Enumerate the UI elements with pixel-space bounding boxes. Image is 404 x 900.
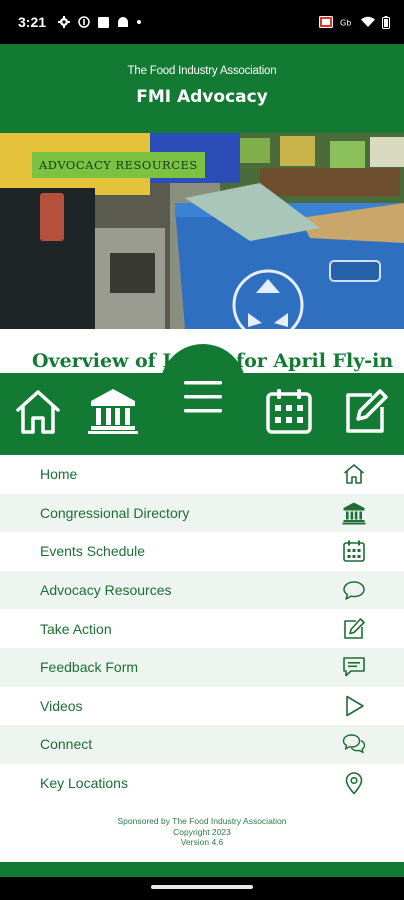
footer-version: Version 4.6 — [180, 837, 224, 847]
app-header: The Food Industry Association FMI Advoca… — [0, 44, 404, 133]
header-subtitle: The Food Industry Association — [127, 65, 277, 77]
menu-item-key-locations[interactable]: Key Locations — [0, 764, 404, 803]
wifi-icon — [361, 16, 375, 27]
category-badge: ADVOCACY RESOURCES — [32, 152, 205, 178]
dot-icon — [137, 20, 142, 24]
footer-strip — [0, 862, 404, 877]
battery-icon — [382, 15, 390, 29]
home-gesture-handle[interactable] — [151, 885, 253, 889]
android-icon — [118, 17, 129, 27]
capitol-icon — [342, 502, 366, 525]
menu-item-connect[interactable]: Connect — [0, 725, 404, 764]
menu-item-label: Key Locations — [40, 775, 128, 792]
hd-icon: Gb — [340, 19, 351, 28]
app-title: FMI Advocacy — [136, 87, 268, 107]
square-icon — [98, 16, 110, 28]
edit-icon[interactable] — [342, 387, 390, 435]
capitol-icon[interactable] — [87, 387, 139, 435]
speech-bubble-icon — [343, 581, 365, 600]
menu-item-label: Events Schedule — [40, 543, 146, 560]
menu-item-label: Congressional Directory — [40, 504, 190, 521]
calendar-icon[interactable] — [265, 387, 313, 435]
menu-item-take-action[interactable]: Take Action — [0, 609, 404, 648]
footer-copyright: Copyright 2023 — [173, 826, 231, 837]
map-pin-icon — [345, 772, 363, 795]
chat-icon — [342, 734, 366, 754]
menu-item-congressional-directory[interactable]: Congressional Directory — [0, 493, 404, 533]
cast-icon — [319, 16, 333, 28]
status-time: 3:21 — [18, 14, 47, 30]
play-icon — [346, 695, 364, 717]
menu-item-feedback-form[interactable]: Feedback Form — [0, 647, 404, 687]
menu-item-label: Take Action — [40, 620, 112, 637]
menu-item-videos[interactable]: Videos — [0, 687, 404, 726]
footer: Sponsored by The Food Industry Associati… — [0, 816, 404, 848]
svg-text:Gb: Gb — [340, 19, 351, 28]
footer-sponsor: Sponsored by The Food Industry Associati… — [117, 816, 287, 826]
feedback-icon — [343, 657, 365, 677]
menu-item-home[interactable]: Home — [0, 455, 404, 494]
home-icon — [343, 464, 365, 485]
hero-image[interactable]: ADVOCACY RESOURCES — [0, 133, 404, 329]
info-icon — [78, 16, 90, 28]
menu-item-label: Home — [40, 466, 78, 483]
app-screen: 3:21 Gb The Food Industry Association FM… — [0, 0, 404, 900]
status-left-icons — [58, 16, 142, 28]
nav-menu-list: Home Congressional Directory Events Sche… — [0, 455, 404, 802]
menu-icon[interactable] — [182, 378, 224, 416]
home-icon[interactable] — [14, 388, 62, 436]
menu-item-label: Connect — [40, 736, 93, 753]
status-right-icons: Gb — [319, 15, 390, 29]
menu-item-advocacy-resources[interactable]: Advocacy Resources — [0, 570, 404, 610]
settings-icon — [58, 16, 71, 28]
edit-icon — [344, 617, 365, 639]
menu-item-events-schedule[interactable]: Events Schedule — [0, 532, 404, 571]
menu-item-label: Advocacy Resources — [40, 582, 172, 599]
status-bar: 3:21 Gb — [0, 0, 404, 44]
menu-item-label: Feedback Form — [40, 659, 139, 676]
calendar-icon — [343, 540, 365, 563]
menu-item-label: Videos — [40, 697, 83, 714]
